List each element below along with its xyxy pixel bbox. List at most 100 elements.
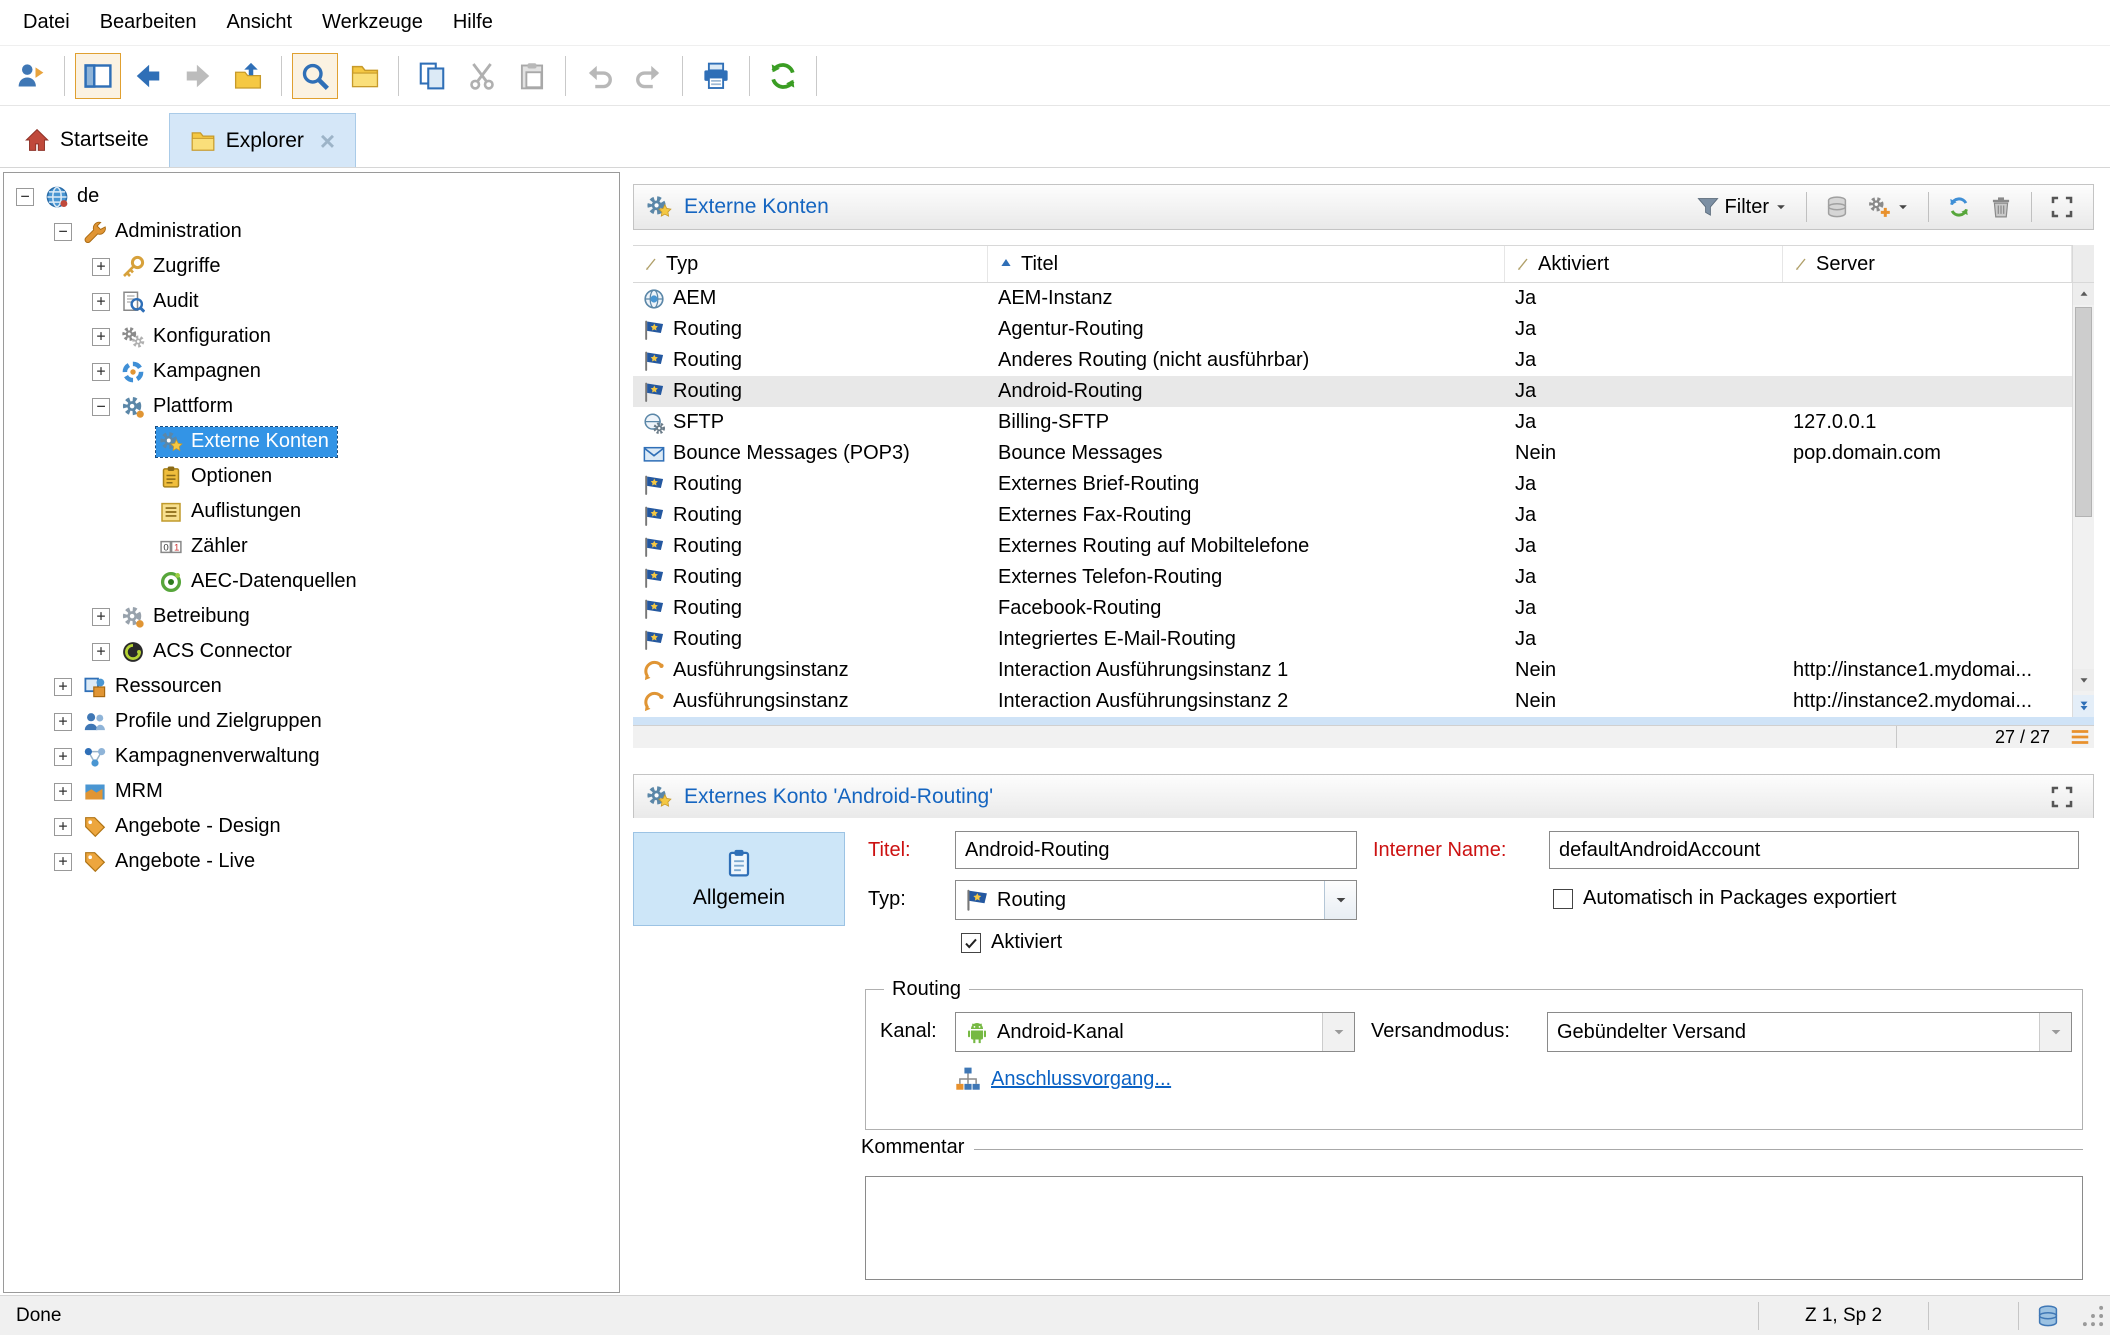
account-row-externes-routing-auf-mobiltelefone[interactable]: RoutingExternes Routing auf Mobiltelefon… (633, 531, 2072, 562)
tab-allgemein[interactable]: Allgemein (633, 832, 845, 926)
tree-row[interactable]: +Kampagnen (4, 354, 619, 389)
collapse-icon[interactable]: − (54, 223, 72, 241)
export-checkbox[interactable]: Automatisch in Packages exportiert (1553, 887, 1897, 910)
menu-ansicht[interactable]: Ansicht (211, 0, 307, 45)
versandmodus-select[interactable]: Gebündelter Versand (1547, 1012, 2072, 1052)
collapse-icon[interactable]: − (92, 398, 110, 416)
account-row-aem-instanz[interactable]: AEMAEM-InstanzJa (633, 283, 2072, 314)
expand-node-icon[interactable]: + (92, 328, 110, 346)
tree-row[interactable]: Auflistungen (4, 494, 619, 529)
account-row-bounce-messages[interactable]: Bounce Messages (POP3)Bounce MessagesNei… (633, 438, 2072, 469)
expand-node-icon[interactable]: + (92, 608, 110, 626)
titel-input[interactable] (955, 831, 1357, 869)
tree-row[interactable]: + Ressourcen (4, 669, 619, 704)
scroll-down-button[interactable] (2073, 669, 2094, 691)
tree-row[interactable]: + Zugriffe (4, 249, 619, 284)
column-header-aktiviert[interactable]: Aktiviert (1505, 246, 1783, 282)
configure-list-button[interactable] (1860, 190, 1917, 224)
tree-item-angebote-live[interactable]: Angebote - Live (80, 847, 263, 877)
collapse-icon[interactable]: − (16, 188, 34, 206)
delete-button[interactable] (1982, 190, 2020, 224)
column-header-server[interactable]: Server (1783, 246, 2072, 282)
fullscreen-button[interactable] (2043, 780, 2081, 814)
scroll-to-end-button[interactable] (2073, 695, 2094, 717)
scroll-up-button[interactable] (2073, 283, 2094, 305)
tree-item-zugriffe[interactable]: Zugriffe (118, 252, 228, 282)
tree-row[interactable]: AEC-Datenquellen (4, 564, 619, 599)
tree-row[interactable]: −Plattform (4, 389, 619, 424)
tree-item-acs-connector[interactable]: ACS Connector (118, 637, 300, 667)
tree-item-externe-konten[interactable]: Externe Konten (156, 427, 337, 457)
expand-node-icon[interactable]: + (92, 643, 110, 661)
copy-button[interactable] (409, 53, 455, 99)
account-row-externes-fax-routing[interactable]: RoutingExternes Fax-RoutingJa (633, 500, 2072, 531)
account-row-billing-sftp[interactable]: SFTPBilling-SFTPJa127.0.0.1 (633, 407, 2072, 438)
vertical-scrollbar[interactable] (2072, 283, 2094, 717)
kommentar-input[interactable] (865, 1176, 2083, 1280)
account-row-externes-telefon-routing[interactable]: RoutingExternes Telefon-RoutingJa (633, 562, 2072, 593)
tree-row[interactable]: −de (4, 179, 619, 214)
expand-node-icon[interactable]: + (92, 293, 110, 311)
interner-name-input[interactable] (1549, 831, 2079, 869)
tree-row[interactable]: +Kampagnenverwaltung (4, 739, 619, 774)
tree-row[interactable]: 01Zähler (4, 529, 619, 564)
tree-row[interactable]: + ACS Connector (4, 634, 619, 669)
account-row-interaction-ausführungsinstanz-1[interactable]: AusführungsinstanzInteraction Ausführung… (633, 655, 2072, 686)
column-header-titel[interactable]: Titel (988, 246, 1505, 282)
account-row-android-routing[interactable]: RoutingAndroid-RoutingJa (633, 376, 2072, 407)
tab-startseite[interactable]: Startseite (4, 113, 169, 167)
tree-item-profile-und-zielgruppen[interactable]: Profile und Zielgruppen (80, 707, 330, 737)
tree-row[interactable]: +Profile und Zielgruppen (4, 704, 619, 739)
tree-item-ressourcen[interactable]: Ressourcen (80, 672, 230, 702)
expand-node-icon[interactable]: + (54, 853, 72, 871)
expand-node-icon[interactable]: + (54, 818, 72, 836)
filter-button[interactable]: Filter (1689, 190, 1795, 224)
typ-select-chevron[interactable] (1324, 881, 1356, 919)
expand-node-icon[interactable]: + (54, 678, 72, 696)
account-row-interaction-ausführungsinstanz-2[interactable]: AusführungsinstanzInteraction Ausführung… (633, 686, 2072, 717)
menu-werkzeuge[interactable]: Werkzeuge (307, 0, 438, 45)
tab-explorer[interactable]: Explorer× (169, 113, 356, 167)
tree-row[interactable]: +Konfiguration (4, 319, 619, 354)
account-row-agentur-routing[interactable]: RoutingAgentur-RoutingJa (633, 314, 2072, 345)
fullscreen-button[interactable] (2043, 190, 2081, 224)
close-icon[interactable]: × (320, 128, 335, 154)
tree-item-mrm[interactable]: MRM (80, 777, 171, 807)
save-folder-button[interactable] (225, 53, 271, 99)
tree-row[interactable]: + MRM (4, 774, 619, 809)
menu-datei[interactable]: Datei (8, 0, 85, 45)
tree-row[interactable]: Externe Konten (4, 424, 619, 459)
account-row-anderes-routing-nicht-ausführbar[interactable]: RoutingAnderes Routing (nicht ausführbar… (633, 345, 2072, 376)
back-arrow-button[interactable] (125, 53, 171, 99)
tree-item-optionen[interactable]: Optionen (156, 462, 280, 492)
kanal-select[interactable]: Android-Kanal (955, 1012, 1355, 1052)
scrollbar-thumb[interactable] (2075, 307, 2092, 517)
column-header-typ[interactable]: Typ (633, 246, 988, 282)
tree-item-betreibung[interactable]: Betreibung (118, 602, 258, 632)
menu-bearbeiten[interactable]: Bearbeiten (85, 0, 212, 45)
account-row-facebook-routing[interactable]: RoutingFacebook-RoutingJa (633, 593, 2072, 624)
tree-row[interactable]: + Betreibung (4, 599, 619, 634)
list-menu-button[interactable] (2066, 726, 2094, 748)
tree-row[interactable]: +Audit (4, 284, 619, 319)
refresh-list-button[interactable] (1940, 190, 1978, 224)
tree-row[interactable]: + Angebote - Live (4, 844, 619, 879)
print-button[interactable] (693, 53, 739, 99)
expand-node-icon[interactable]: + (92, 258, 110, 276)
tree-item-zähler[interactable]: 01Zähler (156, 532, 256, 562)
explorer-panel-button[interactable] (75, 53, 121, 99)
refresh-button[interactable] (760, 53, 806, 99)
tree-item-plattform[interactable]: Plattform (118, 392, 241, 422)
typ-select[interactable]: Routing (955, 880, 1357, 920)
column-options-button[interactable] (2072, 245, 2094, 283)
tree-item-auflistungen[interactable]: Auflistungen (156, 497, 309, 527)
search-button[interactable] (292, 53, 338, 99)
menu-hilfe[interactable]: Hilfe (438, 0, 508, 45)
tree-row[interactable]: +Angebote - Design (4, 809, 619, 844)
tree-row[interactable]: −Administration (4, 214, 619, 249)
tree-item-aec-datenquellen[interactable]: AEC-Datenquellen (156, 567, 365, 597)
tree-item-kampagnen[interactable]: Kampagnen (118, 357, 269, 387)
user-add-button[interactable] (8, 53, 54, 99)
expand-node-icon[interactable]: + (54, 783, 72, 801)
tree-item-kampagnenverwaltung[interactable]: Kampagnenverwaltung (80, 742, 328, 772)
